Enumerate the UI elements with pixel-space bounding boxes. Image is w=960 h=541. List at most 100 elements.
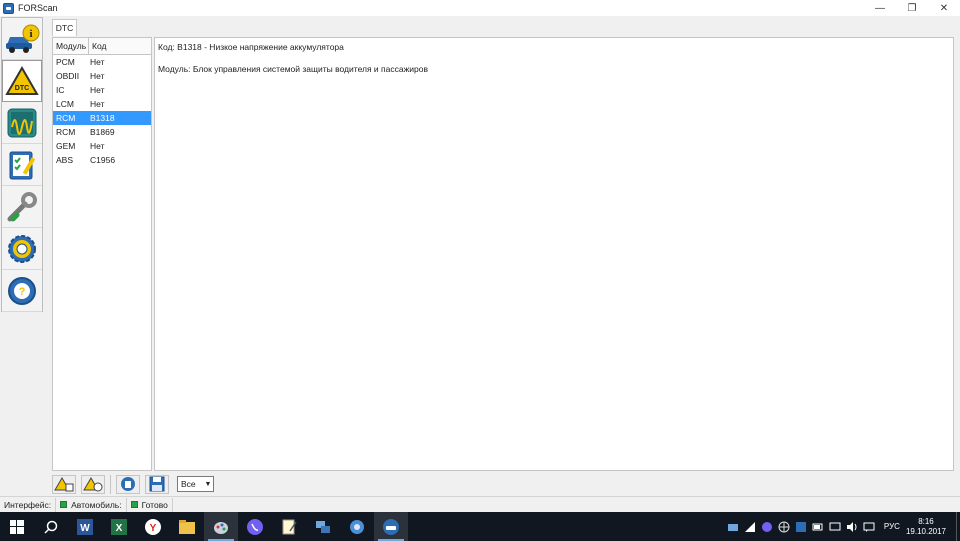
svg-text:DTC: DTC <box>15 85 29 92</box>
column-header-code[interactable]: Код <box>89 38 151 54</box>
tab-dtc[interactable]: DTC <box>52 19 77 36</box>
taskbar-viber[interactable] <box>238 512 272 541</box>
toolbar-separator <box>110 474 111 494</box>
read-dtc-icon <box>54 477 74 492</box>
table-row[interactable]: ABS C1956 <box>53 153 151 167</box>
column-header-module[interactable]: Модуль <box>53 38 89 54</box>
notepad-icon <box>282 519 297 534</box>
table-row[interactable]: GEM Нет <box>53 139 151 153</box>
dtc-module-description: Модуль: Блок управления системой защиты … <box>158 64 429 74</box>
restore-button[interactable]: ❐ <box>896 0 928 16</box>
system-tray: РУС 8:16 19.10.2017 <box>725 512 960 541</box>
checklist-icon <box>9 151 36 179</box>
interface-led-icon <box>60 501 68 508</box>
row-code: Нет <box>90 99 105 109</box>
svg-text:W: W <box>80 523 90 534</box>
dtc-detail-panel: Код: B1318 - Низкое напряжение аккумулят… <box>154 37 954 471</box>
table-row[interactable]: PCM Нет <box>53 55 151 69</box>
dtc-filter-select[interactable]: Все ▼ <box>177 476 214 492</box>
taskbar-word[interactable]: W <box>68 512 102 541</box>
taskbar-network[interactable] <box>306 512 340 541</box>
gear-icon <box>8 234 36 263</box>
clear-dtc-button[interactable] <box>81 474 105 494</box>
dtc-button[interactable]: DTC <box>2 60 42 102</box>
volume-icon <box>847 521 857 532</box>
table-row[interactable]: OBDII Нет <box>53 69 151 83</box>
display-icon <box>829 522 841 530</box>
table-row[interactable]: RCM B1318 <box>53 111 151 125</box>
show-desktop-button[interactable] <box>956 512 960 541</box>
tray-app-icon[interactable] <box>727 520 740 533</box>
chevron-down-icon[interactable]: ▼ <box>203 477 213 491</box>
table-row[interactable]: IC Нет <box>53 83 151 97</box>
taskbar: W X Y РУС 8:16 19.10.2017 <box>0 512 960 541</box>
tray-message[interactable] <box>863 520 876 533</box>
row-module: ABS <box>56 155 74 165</box>
tray-notifications[interactable] <box>829 520 842 533</box>
start-button[interactable] <box>0 512 34 541</box>
taskbar-paint[interactable] <box>204 512 238 541</box>
windows-start-icon <box>10 519 24 534</box>
taskbar-clock[interactable]: 8:16 19.10.2017 <box>906 517 946 537</box>
wifi-status[interactable] <box>744 520 757 533</box>
vehicle-led-icon <box>130 501 138 508</box>
svg-text:Y: Y <box>150 523 157 534</box>
tray-update[interactable] <box>795 520 808 533</box>
row-module: LCM <box>56 99 74 109</box>
tests-button[interactable] <box>2 144 42 186</box>
row-code: B1318 <box>90 113 115 123</box>
taskbar-search-button[interactable] <box>34 512 68 541</box>
ready-status: Готово <box>127 497 173 512</box>
help-button[interactable]: ? <box>2 270 42 312</box>
save-button[interactable] <box>145 474 169 494</box>
taskbar-forscan[interactable] <box>374 512 408 541</box>
minimize-button[interactable]: — <box>864 0 896 16</box>
clear-dtc-icon <box>83 477 103 492</box>
excel-icon: X <box>111 518 127 535</box>
taskbar-media[interactable] <box>340 512 374 541</box>
input-language[interactable]: РУС <box>884 522 900 531</box>
settings-button[interactable] <box>2 228 42 270</box>
vehicle-info-button[interactable]: i <box>2 18 42 60</box>
bottom-toolbar: Все ▼ <box>52 474 214 494</box>
wifi-icon <box>745 521 756 532</box>
svg-text:i: i <box>29 28 32 40</box>
dtc-filter-value: Все <box>181 479 196 489</box>
row-module: RCM <box>56 113 76 123</box>
table-row[interactable]: LCM Нет <box>53 97 151 111</box>
file-explorer-icon <box>179 519 195 534</box>
wrench-icon <box>7 191 37 221</box>
status-bar: Интерфейс: Автомобиль: Готово <box>0 496 960 512</box>
row-module: GEM <box>56 141 76 151</box>
read-dtc-button[interactable] <box>52 474 76 494</box>
tray-battery[interactable] <box>812 520 825 533</box>
save-icon <box>149 476 165 492</box>
message-icon <box>863 522 875 532</box>
media-icon <box>350 519 364 534</box>
viber-tray-icon <box>762 521 773 532</box>
window-title: FORScan <box>18 3 58 13</box>
dtc-code-description: Код: B1318 - Низкое напряжение аккумулят… <box>158 42 344 52</box>
oscilloscope-button[interactable] <box>2 102 42 144</box>
table-row[interactable]: RCM B1869 <box>53 125 151 139</box>
taskbar-excel[interactable]: X <box>102 512 136 541</box>
svg-text:?: ? <box>19 286 26 298</box>
tray-volume[interactable] <box>846 520 859 533</box>
row-code: C1956 <box>90 155 116 165</box>
close-button[interactable]: ✕ <box>928 0 960 16</box>
forscan-icon <box>383 518 399 535</box>
tray-viber[interactable] <box>761 520 774 533</box>
service-button[interactable] <box>2 186 42 228</box>
row-code: Нет <box>90 141 105 151</box>
row-code: Нет <box>90 57 105 67</box>
word-icon: W <box>77 518 93 535</box>
update-icon <box>796 521 807 532</box>
vehicle-status: Автомобиль: <box>56 497 127 512</box>
delete-button[interactable] <box>116 474 140 494</box>
tray-globe[interactable] <box>778 520 791 533</box>
paint-icon <box>214 521 228 534</box>
taskbar-notepad[interactable] <box>272 512 306 541</box>
taskbar-explorer[interactable] <box>170 512 204 541</box>
taskbar-yandex[interactable]: Y <box>136 512 170 541</box>
help-wheel-icon: ? <box>8 276 36 305</box>
